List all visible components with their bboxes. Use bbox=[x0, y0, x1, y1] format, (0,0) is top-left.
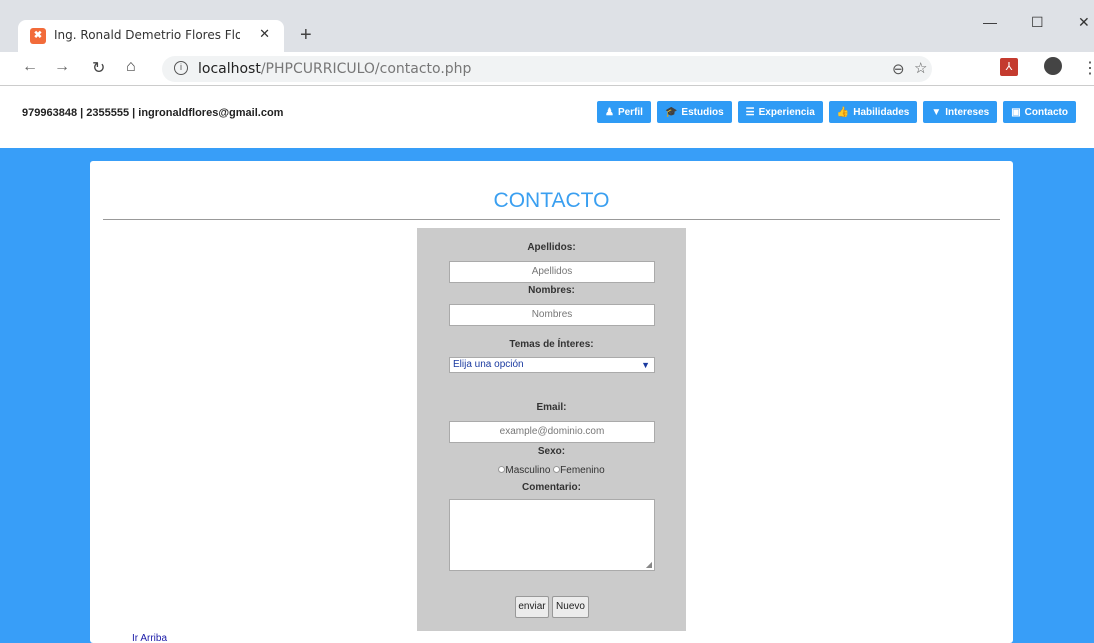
femenino-label: Femenino bbox=[560, 465, 605, 476]
nombres-label: Nombres: bbox=[528, 285, 575, 296]
menu-icon[interactable]: ⋮ bbox=[1082, 58, 1094, 78]
email-input[interactable]: example@dominio.com bbox=[449, 421, 655, 443]
reload-icon[interactable]: ↻ bbox=[92, 58, 105, 78]
home-icon[interactable]: ⌂ bbox=[126, 58, 136, 76]
page-title: CONTACTO bbox=[493, 189, 610, 212]
nav-intereses-button[interactable]: ▼ Intereses bbox=[923, 101, 998, 123]
temas-select[interactable]: Elija una opción ▼ bbox=[449, 357, 655, 373]
person-icon: ♟ bbox=[604, 106, 614, 118]
nombres-input[interactable]: Nombres bbox=[449, 304, 655, 326]
main-nav: ♟ Perfil 🎓 Estudios ☰ Experiencia 👍 Habi… bbox=[596, 101, 1076, 123]
address-bar[interactable]: i localhost/PHPCURRICULO/contacto.php ⊖ … bbox=[162, 56, 932, 82]
sexo-label: Sexo: bbox=[537, 446, 566, 457]
zoom-icon[interactable]: ⊖ bbox=[892, 60, 905, 78]
site-header: 979963848 | 2355555 | ingronaldflores@gm… bbox=[0, 86, 1094, 148]
apellidos-input[interactable]: Apellidos bbox=[449, 261, 655, 283]
forward-arrow-icon[interactable]: → bbox=[54, 58, 70, 76]
nav-habilidades-button[interactable]: 👍 Habilidades bbox=[828, 101, 918, 123]
temas-selected-value: Elija una opción bbox=[453, 359, 524, 370]
maximize-button[interactable]: ☐ bbox=[1031, 14, 1044, 31]
new-tab-button[interactable]: + bbox=[300, 24, 312, 47]
contact-info: 979963848 | 2355555 | ingronaldflores@gm… bbox=[22, 107, 284, 119]
thumbs-up-icon: 👍 bbox=[836, 106, 850, 118]
sexo-radio-group: Masculino Femenino bbox=[417, 465, 686, 476]
graduation-cap-icon: 🎓 bbox=[664, 106, 678, 118]
bookmark-star-icon[interactable]: ☆ bbox=[914, 59, 927, 77]
filter-icon: ▼ bbox=[931, 106, 942, 118]
pdf-extension-icon[interactable]: ⅄ bbox=[1000, 58, 1018, 76]
temas-label: Temas de Ínteres: bbox=[509, 339, 594, 350]
close-window-button[interactable]: ✕ bbox=[1078, 14, 1090, 31]
tab-close-icon[interactable]: ✕ bbox=[259, 26, 270, 42]
nav-estudios-button[interactable]: 🎓 Estudios bbox=[656, 101, 732, 123]
back-arrow-icon[interactable]: ← bbox=[22, 58, 38, 76]
comentario-textarea[interactable]: ◢ bbox=[449, 499, 655, 571]
apellidos-label: Apellidos: bbox=[527, 242, 576, 253]
resize-grip-icon[interactable]: ◢ bbox=[646, 560, 652, 569]
content-card: CONTACTO Apellidos: Apellidos Nombres: N… bbox=[90, 161, 1013, 643]
email-label: Email: bbox=[536, 402, 567, 413]
contact-form: Apellidos: Apellidos Nombres: Nombres Te… bbox=[417, 228, 686, 631]
contact-card-icon: ▣ bbox=[1011, 106, 1021, 118]
ir-arriba-link[interactable]: Ir Arriba bbox=[132, 633, 167, 643]
dropdown-arrow-icon: ▼ bbox=[641, 360, 650, 370]
browser-tab-bar: ✖ Ing. Ronald Demetrio Flores Flores ✕ +… bbox=[0, 0, 1094, 52]
nuevo-button[interactable]: Nuevo bbox=[552, 596, 589, 618]
tab-title: Ing. Ronald Demetrio Flores Flores bbox=[54, 28, 240, 42]
comentario-label: Comentario: bbox=[522, 482, 581, 493]
database-icon: ☰ bbox=[745, 106, 755, 118]
nav-contacto-button[interactable]: ▣ Contacto bbox=[1003, 101, 1076, 123]
nav-perfil-button[interactable]: ♟ Perfil bbox=[596, 101, 651, 123]
browser-toolbar: ← → ↻ ⌂ i localhost/PHPCURRICULO/contact… bbox=[0, 52, 1094, 86]
title-divider bbox=[103, 219, 1000, 220]
enviar-button[interactable]: enviar bbox=[515, 596, 549, 618]
page-background: CONTACTO Apellidos: Apellidos Nombres: N… bbox=[0, 148, 1094, 643]
url-text: localhost/PHPCURRICULO/contacto.php bbox=[198, 61, 472, 77]
nav-experiencia-button[interactable]: ☰ Experiencia bbox=[737, 101, 823, 123]
info-icon[interactable]: i bbox=[174, 61, 188, 75]
browser-tab[interactable]: ✖ Ing. Ronald Demetrio Flores Flores ✕ bbox=[18, 20, 284, 52]
minimize-button[interactable]: — bbox=[983, 14, 997, 30]
profile-icon[interactable] bbox=[1044, 57, 1062, 75]
xampp-favicon-icon: ✖ bbox=[30, 28, 46, 44]
masculino-label: Masculino bbox=[505, 465, 551, 476]
